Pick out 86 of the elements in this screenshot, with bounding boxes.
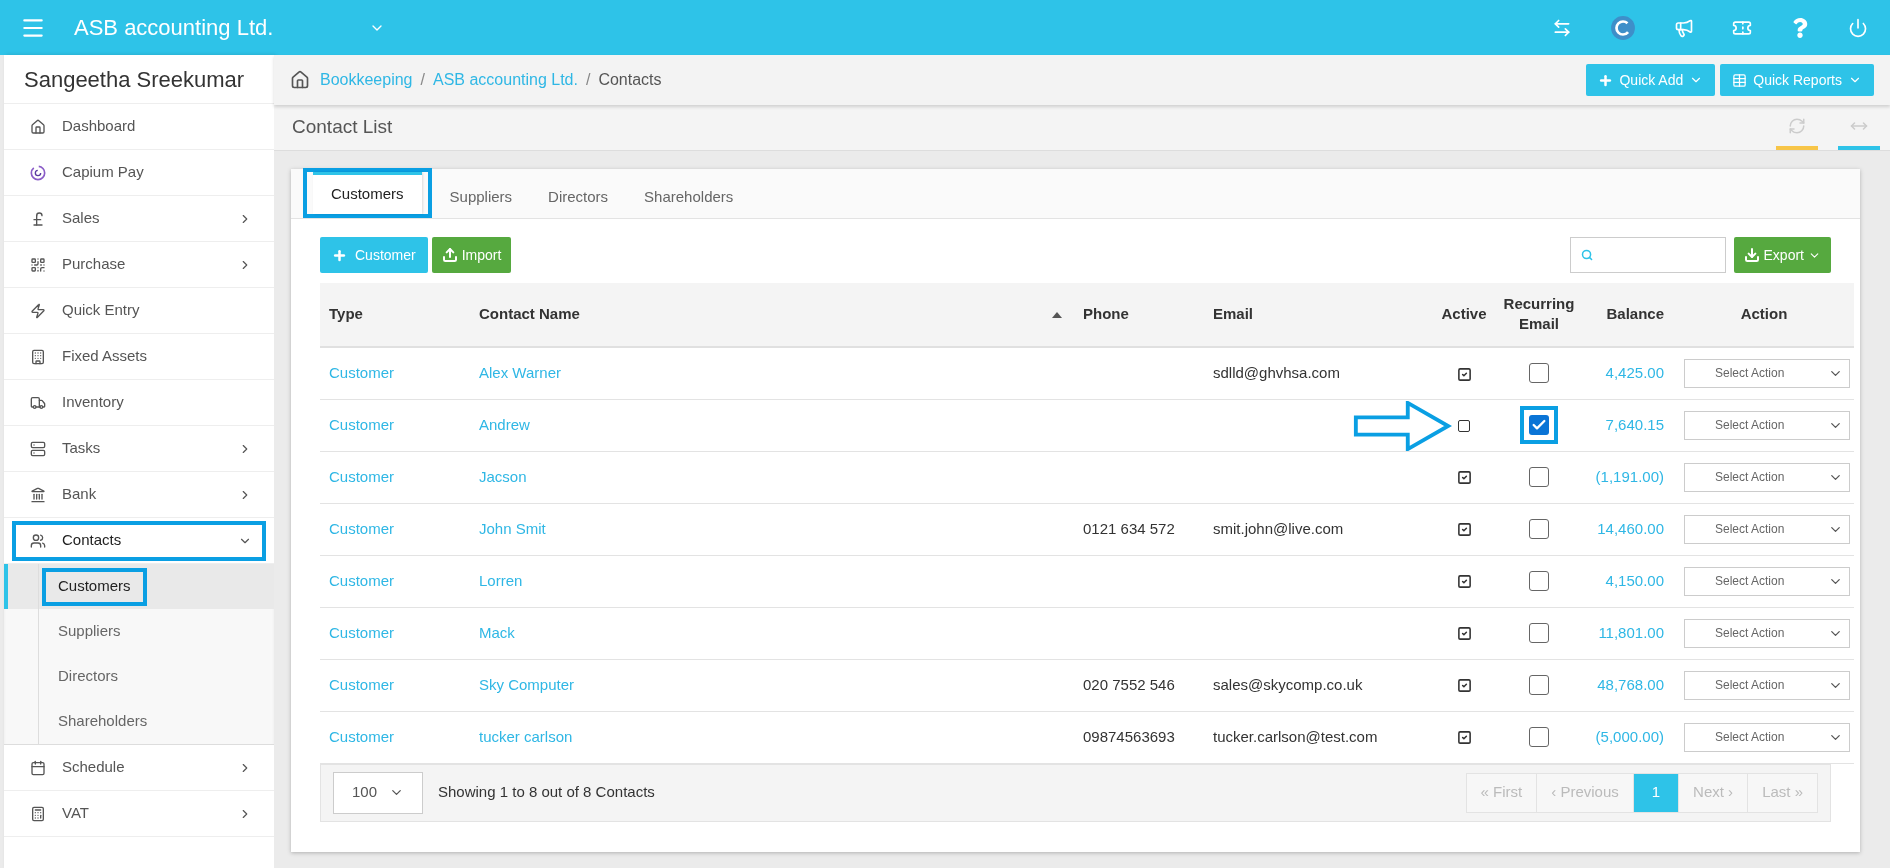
column-header[interactable]: Active (1441, 305, 1487, 323)
sidebar-item[interactable]: Sales (12, 198, 266, 239)
breadcrumb-separator: / (585, 70, 591, 90)
sidebar-item[interactable]: Dashboard (12, 106, 266, 147)
phone-text: 020 7552 546 (1083, 675, 1175, 693)
search-icon (1580, 248, 1593, 262)
home-icon (30, 118, 46, 135)
bank-icon (30, 486, 46, 503)
sidebar-subitem[interactable]: Suppliers (42, 612, 137, 651)
recurring-checkbox[interactable] (1529, 415, 1549, 435)
action-select[interactable]: Select Action (1684, 722, 1850, 752)
export-button[interactable]: Export (1733, 237, 1831, 273)
recurring-checkbox[interactable] (1529, 519, 1549, 539)
plus-icon (332, 247, 347, 263)
column-header[interactable]: Recurring Email (1499, 293, 1579, 334)
recurring-checkbox[interactable] (1529, 571, 1549, 591)
download-icon (1743, 247, 1760, 263)
plus-icon (1598, 72, 1614, 88)
tab[interactable]: Suppliers (431, 176, 531, 218)
home-icon[interactable] (290, 70, 310, 90)
column-header[interactable]: Phone (1083, 305, 1129, 323)
action-select[interactable]: Select Action (1684, 462, 1850, 492)
people-icon (30, 532, 46, 549)
megaphone-icon[interactable] (1674, 17, 1694, 38)
recurring-checkbox[interactable] (1529, 623, 1549, 643)
tab[interactable]: Directors (530, 176, 627, 218)
breadcrumb-separator: / (420, 70, 425, 90)
lightning-icon (30, 302, 46, 319)
column-header[interactable]: Action (1740, 305, 1788, 323)
sort-icon[interactable] (1052, 311, 1062, 318)
breadcrumb-current: Contacts (598, 70, 662, 90)
upload-icon (441, 247, 458, 263)
column-header[interactable]: Type (329, 305, 363, 323)
column-header[interactable]: Balance (1606, 305, 1664, 323)
calculator-icon (30, 805, 46, 822)
column-header[interactable]: Email (1213, 305, 1254, 323)
action-select[interactable]: Select Action (1684, 618, 1850, 648)
action-select[interactable]: Select Action (1684, 514, 1850, 544)
sidebar-subitem[interactable]: Shareholders (42, 702, 164, 741)
recurring-checkbox[interactable] (1529, 467, 1549, 487)
summary-text: Showing 1 to 8 out of 8 Contacts (438, 782, 655, 803)
page-size-select[interactable]: 100 (333, 771, 423, 814)
action-select[interactable]: Select Action (1684, 566, 1850, 596)
sidebar-item[interactable]: VAT (12, 793, 266, 834)
coin-icon (30, 164, 46, 181)
sidebar-item[interactable]: Schedule (12, 747, 266, 788)
sidebar-item[interactable]: Tasks (12, 428, 266, 469)
company-name: ASB accounting Ltd. (74, 14, 274, 42)
action-select[interactable]: Select Action (1684, 670, 1850, 700)
pointer-arrow-icon (1352, 400, 1452, 451)
swap-icon[interactable] (1552, 17, 1572, 38)
power-icon[interactable] (1848, 17, 1868, 38)
email-text: sdlld@ghvhsa.com (1213, 364, 1340, 381)
sidebar-subitem[interactable]: Customers (42, 567, 147, 606)
pound-icon (30, 210, 46, 227)
truck-icon (30, 394, 46, 411)
sidebar-item[interactable]: Fixed Assets (12, 336, 266, 377)
email-text: tucker.carlson@test.com (1213, 727, 1378, 745)
page-title: Contact List (292, 115, 393, 140)
tab[interactable]: Shareholders (626, 176, 752, 218)
recurring-checkbox[interactable] (1529, 675, 1549, 695)
sidebar-subitem[interactable]: Directors (42, 657, 134, 696)
recurring-checkbox[interactable] (1529, 363, 1549, 384)
coin-icon[interactable] (1610, 14, 1636, 41)
sidebar-item[interactable]: Inventory (12, 382, 266, 423)
building-icon (30, 348, 46, 365)
email-text: sales@skycomp.co.uk (1213, 675, 1363, 693)
email-text: smit.john@live.com (1213, 519, 1344, 537)
column-header[interactable]: Contact Name (479, 303, 580, 326)
calendar-icon (30, 759, 46, 776)
sidebar-item[interactable]: Bank (12, 474, 266, 515)
search-field[interactable] (1569, 237, 1726, 273)
list-icon (30, 440, 46, 457)
action-select[interactable]: Select Action (1684, 410, 1850, 440)
sidebar-item[interactable]: Contacts (12, 520, 266, 561)
qr-code-icon (30, 256, 46, 273)
import-button[interactable]: Import (431, 237, 512, 273)
sidebar-item[interactable]: Quick Entry (12, 290, 266, 331)
action-select[interactable]: Select Action (1684, 358, 1850, 388)
tab[interactable]: Customers (313, 172, 422, 214)
phone-text: 0121 634 572 (1083, 519, 1175, 537)
phone-text: 09874563693 (1083, 727, 1175, 745)
sidebar-item[interactable]: Capium Pay (12, 152, 266, 193)
sidebar-item[interactable]: Purchase (12, 244, 266, 285)
table-icon (1732, 72, 1748, 88)
recurring-checkbox[interactable] (1529, 727, 1549, 747)
